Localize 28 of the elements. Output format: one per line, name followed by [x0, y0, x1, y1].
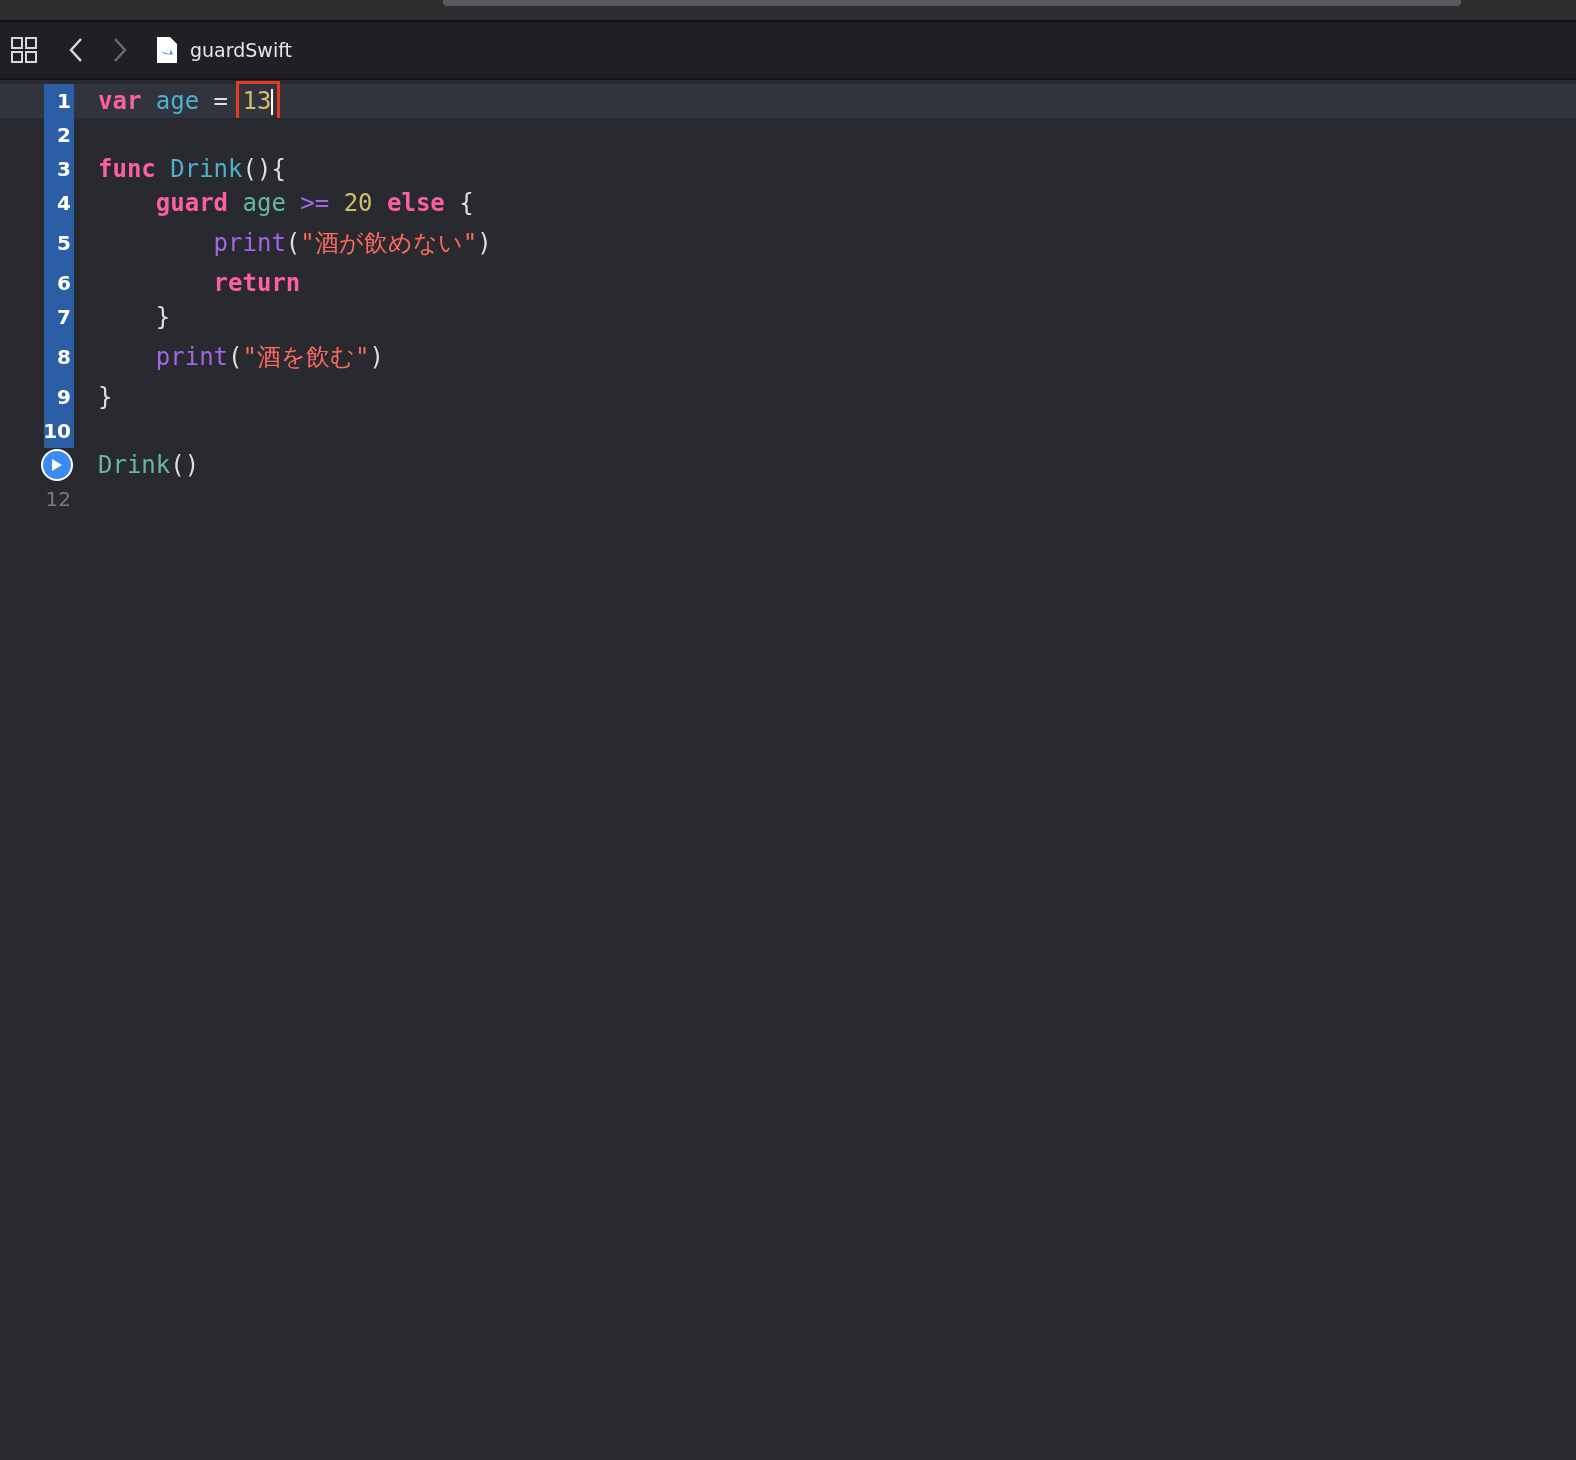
code-line: } — [154, 302, 171, 333]
grid-icon[interactable] — [10, 36, 38, 64]
code-line: print("酒が飲めない") — [212, 228, 492, 259]
code-line: Drink() — [98, 450, 200, 481]
run-button[interactable] — [41, 449, 73, 481]
file-name: guardSwift — [190, 39, 292, 61]
line-number: 2 — [57, 123, 72, 147]
line-number: 5 — [57, 231, 72, 255]
code-line: var age = 13 — [98, 84, 278, 118]
scrollbar-thumb[interactable] — [443, 0, 1461, 6]
back-icon[interactable] — [68, 37, 84, 63]
code-line: func Drink(){ — [98, 154, 286, 185]
code-line: return — [212, 268, 301, 299]
forward-icon[interactable] — [112, 37, 128, 63]
line-number: 4 — [57, 191, 72, 215]
line-number: 6 — [57, 271, 72, 295]
code-line: print("酒を飲む") — [154, 342, 384, 373]
code-line: } — [98, 382, 113, 413]
swift-file-icon — [156, 36, 178, 64]
line-number: 9 — [57, 385, 72, 409]
line-number: 7 — [57, 305, 72, 329]
line-number: 10 — [43, 419, 72, 443]
line-number: 8 — [57, 345, 72, 369]
code-line: guard age >= 20 else { — [154, 188, 474, 219]
line-number: 3 — [57, 157, 72, 181]
line-number: 12 — [45, 487, 72, 511]
play-icon — [51, 458, 63, 472]
line-number: 1 — [57, 89, 72, 113]
